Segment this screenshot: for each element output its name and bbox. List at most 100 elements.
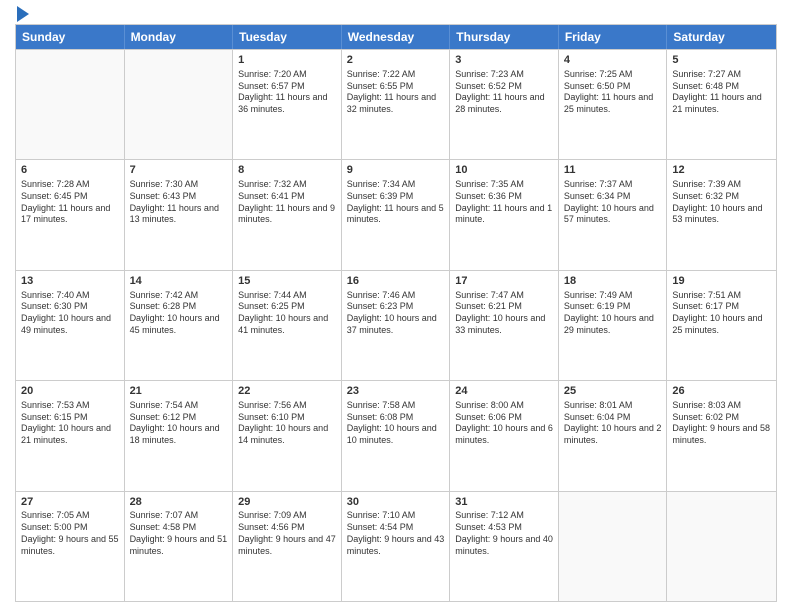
calendar-cell (559, 492, 668, 601)
day-number: 8 (238, 163, 336, 178)
day-number: 15 (238, 274, 336, 289)
calendar-cell: 7Sunrise: 7:30 AM Sunset: 6:43 PM Daylig… (125, 160, 234, 269)
calendar-cell: 2Sunrise: 7:22 AM Sunset: 6:55 PM Daylig… (342, 50, 451, 159)
cell-text: Sunrise: 7:07 AM Sunset: 4:58 PM Dayligh… (130, 510, 228, 557)
day-number: 17 (455, 274, 553, 289)
day-number: 14 (130, 274, 228, 289)
calendar-cell: 23Sunrise: 7:58 AM Sunset: 6:08 PM Dayli… (342, 381, 451, 490)
cell-text: Sunrise: 8:00 AM Sunset: 6:06 PM Dayligh… (455, 400, 553, 447)
logo-arrow-icon (17, 6, 29, 22)
calendar-week-5: 27Sunrise: 7:05 AM Sunset: 5:00 PM Dayli… (16, 491, 776, 601)
calendar-cell: 9Sunrise: 7:34 AM Sunset: 6:39 PM Daylig… (342, 160, 451, 269)
calendar-cell: 3Sunrise: 7:23 AM Sunset: 6:52 PM Daylig… (450, 50, 559, 159)
calendar-cell: 5Sunrise: 7:27 AM Sunset: 6:48 PM Daylig… (667, 50, 776, 159)
cell-text: Sunrise: 7:58 AM Sunset: 6:08 PM Dayligh… (347, 400, 445, 447)
cell-text: Sunrise: 7:23 AM Sunset: 6:52 PM Dayligh… (455, 69, 553, 116)
calendar-week-2: 6Sunrise: 7:28 AM Sunset: 6:45 PM Daylig… (16, 159, 776, 269)
calendar-cell: 27Sunrise: 7:05 AM Sunset: 5:00 PM Dayli… (16, 492, 125, 601)
calendar-cell: 28Sunrise: 7:07 AM Sunset: 4:58 PM Dayli… (125, 492, 234, 601)
calendar-cell: 21Sunrise: 7:54 AM Sunset: 6:12 PM Dayli… (125, 381, 234, 490)
header-day-saturday: Saturday (667, 25, 776, 49)
calendar-cell: 1Sunrise: 7:20 AM Sunset: 6:57 PM Daylig… (233, 50, 342, 159)
header-day-wednesday: Wednesday (342, 25, 451, 49)
cell-text: Sunrise: 7:20 AM Sunset: 6:57 PM Dayligh… (238, 69, 336, 116)
day-number: 12 (672, 163, 771, 178)
cell-text: Sunrise: 7:22 AM Sunset: 6:55 PM Dayligh… (347, 69, 445, 116)
day-number: 27 (21, 495, 119, 510)
calendar-cell: 18Sunrise: 7:49 AM Sunset: 6:19 PM Dayli… (559, 271, 668, 380)
cell-text: Sunrise: 7:39 AM Sunset: 6:32 PM Dayligh… (672, 179, 771, 226)
calendar-cell: 19Sunrise: 7:51 AM Sunset: 6:17 PM Dayli… (667, 271, 776, 380)
calendar-cell: 24Sunrise: 8:00 AM Sunset: 6:06 PM Dayli… (450, 381, 559, 490)
logo-wrapper (15, 10, 29, 22)
calendar-cell: 17Sunrise: 7:47 AM Sunset: 6:21 PM Dayli… (450, 271, 559, 380)
day-number: 25 (564, 384, 662, 399)
calendar-cell: 12Sunrise: 7:39 AM Sunset: 6:32 PM Dayli… (667, 160, 776, 269)
cell-text: Sunrise: 7:49 AM Sunset: 6:19 PM Dayligh… (564, 290, 662, 337)
calendar-cell: 10Sunrise: 7:35 AM Sunset: 6:36 PM Dayli… (450, 160, 559, 269)
cell-text: Sunrise: 7:56 AM Sunset: 6:10 PM Dayligh… (238, 400, 336, 447)
day-number: 21 (130, 384, 228, 399)
day-number: 1 (238, 53, 336, 68)
cell-text: Sunrise: 7:47 AM Sunset: 6:21 PM Dayligh… (455, 290, 553, 337)
calendar-cell (125, 50, 234, 159)
calendar-cell: 29Sunrise: 7:09 AM Sunset: 4:56 PM Dayli… (233, 492, 342, 601)
day-number: 18 (564, 274, 662, 289)
cell-text: Sunrise: 7:51 AM Sunset: 6:17 PM Dayligh… (672, 290, 771, 337)
day-number: 30 (347, 495, 445, 510)
calendar-cell: 30Sunrise: 7:10 AM Sunset: 4:54 PM Dayli… (342, 492, 451, 601)
calendar-cell: 26Sunrise: 8:03 AM Sunset: 6:02 PM Dayli… (667, 381, 776, 490)
calendar-header: SundayMondayTuesdayWednesdayThursdayFrid… (16, 25, 776, 49)
cell-text: Sunrise: 7:34 AM Sunset: 6:39 PM Dayligh… (347, 179, 445, 226)
header-day-tuesday: Tuesday (233, 25, 342, 49)
day-number: 11 (564, 163, 662, 178)
cell-text: Sunrise: 7:46 AM Sunset: 6:23 PM Dayligh… (347, 290, 445, 337)
day-number: 24 (455, 384, 553, 399)
page: SundayMondayTuesdayWednesdayThursdayFrid… (0, 0, 792, 612)
calendar-cell: 4Sunrise: 7:25 AM Sunset: 6:50 PM Daylig… (559, 50, 668, 159)
day-number: 7 (130, 163, 228, 178)
calendar-cell: 11Sunrise: 7:37 AM Sunset: 6:34 PM Dayli… (559, 160, 668, 269)
cell-text: Sunrise: 7:35 AM Sunset: 6:36 PM Dayligh… (455, 179, 553, 226)
calendar-cell: 6Sunrise: 7:28 AM Sunset: 6:45 PM Daylig… (16, 160, 125, 269)
calendar-cell: 8Sunrise: 7:32 AM Sunset: 6:41 PM Daylig… (233, 160, 342, 269)
cell-text: Sunrise: 7:30 AM Sunset: 6:43 PM Dayligh… (130, 179, 228, 226)
calendar-cell: 15Sunrise: 7:44 AM Sunset: 6:25 PM Dayli… (233, 271, 342, 380)
day-number: 20 (21, 384, 119, 399)
day-number: 16 (347, 274, 445, 289)
calendar-cell: 31Sunrise: 7:12 AM Sunset: 4:53 PM Dayli… (450, 492, 559, 601)
cell-text: Sunrise: 7:54 AM Sunset: 6:12 PM Dayligh… (130, 400, 228, 447)
day-number: 28 (130, 495, 228, 510)
header-day-monday: Monday (125, 25, 234, 49)
calendar-week-1: 1Sunrise: 7:20 AM Sunset: 6:57 PM Daylig… (16, 49, 776, 159)
cell-text: Sunrise: 7:32 AM Sunset: 6:41 PM Dayligh… (238, 179, 336, 226)
calendar-cell (667, 492, 776, 601)
day-number: 26 (672, 384, 771, 399)
cell-text: Sunrise: 7:44 AM Sunset: 6:25 PM Dayligh… (238, 290, 336, 337)
calendar: SundayMondayTuesdayWednesdayThursdayFrid… (15, 24, 777, 602)
calendar-cell: 16Sunrise: 7:46 AM Sunset: 6:23 PM Dayli… (342, 271, 451, 380)
day-number: 2 (347, 53, 445, 68)
cell-text: Sunrise: 7:40 AM Sunset: 6:30 PM Dayligh… (21, 290, 119, 337)
cell-text: Sunrise: 7:53 AM Sunset: 6:15 PM Dayligh… (21, 400, 119, 447)
day-number: 13 (21, 274, 119, 289)
day-number: 31 (455, 495, 553, 510)
calendar-body: 1Sunrise: 7:20 AM Sunset: 6:57 PM Daylig… (16, 49, 776, 601)
cell-text: Sunrise: 7:28 AM Sunset: 6:45 PM Dayligh… (21, 179, 119, 226)
cell-text: Sunrise: 7:09 AM Sunset: 4:56 PM Dayligh… (238, 510, 336, 557)
calendar-cell: 25Sunrise: 8:01 AM Sunset: 6:04 PM Dayli… (559, 381, 668, 490)
day-number: 9 (347, 163, 445, 178)
cell-text: Sunrise: 8:03 AM Sunset: 6:02 PM Dayligh… (672, 400, 771, 447)
day-number: 22 (238, 384, 336, 399)
cell-text: Sunrise: 8:01 AM Sunset: 6:04 PM Dayligh… (564, 400, 662, 447)
calendar-cell: 20Sunrise: 7:53 AM Sunset: 6:15 PM Dayli… (16, 381, 125, 490)
calendar-cell: 13Sunrise: 7:40 AM Sunset: 6:30 PM Dayli… (16, 271, 125, 380)
calendar-cell: 22Sunrise: 7:56 AM Sunset: 6:10 PM Dayli… (233, 381, 342, 490)
calendar-cell (16, 50, 125, 159)
cell-text: Sunrise: 7:05 AM Sunset: 5:00 PM Dayligh… (21, 510, 119, 557)
cell-text: Sunrise: 7:42 AM Sunset: 6:28 PM Dayligh… (130, 290, 228, 337)
header (15, 10, 777, 18)
day-number: 23 (347, 384, 445, 399)
cell-text: Sunrise: 7:25 AM Sunset: 6:50 PM Dayligh… (564, 69, 662, 116)
day-number: 29 (238, 495, 336, 510)
